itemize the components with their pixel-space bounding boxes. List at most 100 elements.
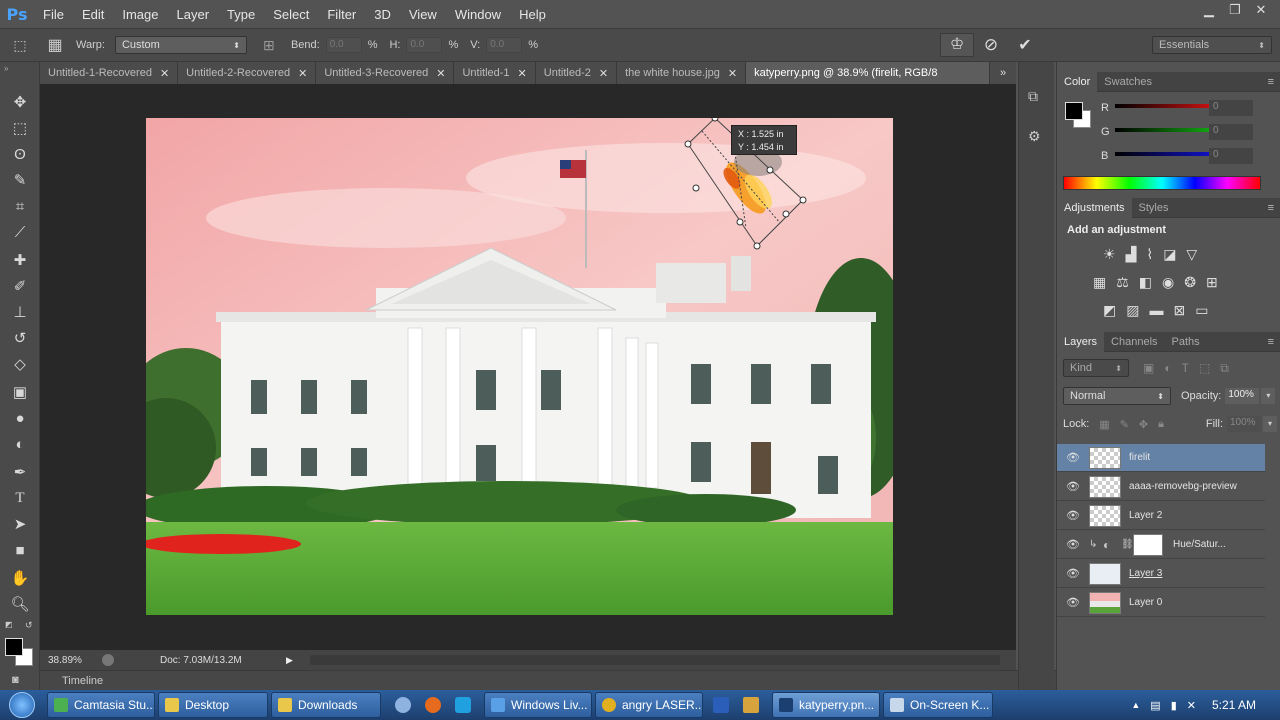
vibrance-icon[interactable]: ▽ — [1186, 246, 1197, 263]
minimize-button[interactable]: ▁ — [1198, 2, 1220, 18]
menu-type[interactable]: Type — [218, 7, 264, 22]
menu-edit[interactable]: Edit — [73, 7, 113, 22]
history-brush-tool-icon[interactable]: ↺ — [10, 328, 30, 348]
lock-pixels-icon[interactable]: ✎ — [1120, 418, 1129, 431]
menu-window[interactable]: Window — [446, 7, 510, 22]
panel-menu-icon[interactable]: ≡ — [1268, 202, 1274, 214]
lasso-tool-icon[interactable]: ʘ — [10, 144, 30, 164]
canvas-image[interactable] — [146, 118, 893, 615]
skype-icon[interactable] — [455, 697, 471, 713]
zoom-level[interactable]: 38.89% — [48, 655, 92, 666]
tab-paths[interactable]: Paths — [1165, 332, 1207, 352]
color-spectrum-bar[interactable] — [1063, 176, 1261, 190]
quick-select-tool-icon[interactable]: ✎ — [10, 170, 30, 190]
eye-icon[interactable]: 👁︎ — [1057, 538, 1089, 551]
taskbar-onscreen-keyboard[interactable]: On-Screen K... — [883, 692, 993, 718]
tab-untitled-3-recovered[interactable]: Untitled-3-Recovered ✕ — [316, 62, 455, 84]
warp-orientation-icon[interactable]: ⊞ — [263, 37, 285, 54]
hand-tool-icon[interactable]: ✋ — [10, 568, 30, 588]
chevron-down-icon[interactable]: ▾ — [1261, 388, 1276, 404]
tab-katyperry[interactable]: katyperry.png @ 38.9% (firelit, RGB/8 — [746, 62, 990, 84]
menu-3d[interactable]: 3D — [365, 7, 400, 22]
layer-row-hue-saturation[interactable]: 👁︎ ↳ ◐ ⛓ Hue/Satur... — [1057, 531, 1265, 559]
taskbar-downloads[interactable]: Downloads — [271, 692, 381, 718]
selective-color-icon[interactable]: ⊠ — [1173, 302, 1185, 319]
gradient-tool-icon[interactable]: ▣ — [10, 382, 30, 402]
word-icon[interactable] — [713, 697, 729, 713]
taskbar-camtasia[interactable]: Camtasia Stu... — [47, 692, 155, 718]
firefox-icon[interactable] — [425, 697, 441, 713]
tab-untitled-2-recovered[interactable]: Untitled-2-Recovered ✕ — [178, 62, 317, 84]
swap-colors-icon[interactable]: ↺ — [25, 620, 33, 631]
filter-type-icon[interactable]: T — [1182, 361, 1189, 376]
bend-input[interactable]: 0.0 — [325, 37, 362, 53]
taskbar-chrome[interactable]: angry LASER... — [595, 692, 703, 718]
levels-icon[interactable]: ▟ — [1126, 246, 1137, 263]
taskbar-desktop[interactable]: Desktop — [158, 692, 268, 718]
layer-kind-select[interactable]: Kind ⬍ — [1063, 359, 1129, 377]
properties-panel-icon[interactable]: ⚙ — [1028, 128, 1041, 145]
channel-r-slider[interactable] — [1115, 104, 1213, 108]
curves-icon[interactable]: ⌇ — [1146, 246, 1153, 263]
workspace-select[interactable]: Essentials ⬍ — [1152, 36, 1272, 54]
commit-transform-icon[interactable]: ✔ — [1008, 35, 1042, 55]
channel-r-value[interactable]: 0 — [1209, 100, 1253, 116]
menu-image[interactable]: Image — [113, 7, 167, 22]
filter-pixel-icon[interactable]: ▣ — [1143, 361, 1154, 376]
h-input[interactable]: 0.0 — [406, 37, 443, 53]
threshold-icon[interactable]: ▬ — [1149, 302, 1163, 319]
status-menu-icon[interactable] — [102, 654, 114, 666]
reset-colors-icon[interactable]: ◩ — [5, 620, 13, 629]
volume-muted-icon[interactable]: ✕ — [1187, 699, 1196, 712]
tab-untitled-1[interactable]: Untitled-1 ✕ — [454, 62, 536, 84]
clone-stamp-tool-icon[interactable]: ⊥ — [10, 302, 30, 322]
blur-tool-icon[interactable]: ● — [10, 408, 30, 428]
pen-tool-icon[interactable]: ✒ — [10, 462, 30, 482]
chain-link-icon[interactable]: ⛓ — [1121, 539, 1134, 550]
close-icon[interactable]: ✕ — [436, 67, 445, 80]
menu-help[interactable]: Help — [510, 7, 555, 22]
eye-icon[interactable]: 👁︎ — [1057, 596, 1089, 609]
fill-input[interactable]: 100% — [1227, 416, 1261, 432]
panel-menu-icon[interactable]: ≡ — [1268, 336, 1274, 348]
layer-row-layer-0[interactable]: 👁︎ Layer 0 — [1057, 589, 1265, 617]
close-icon[interactable]: ✕ — [728, 67, 737, 80]
filter-smart-icon[interactable]: ⧉ — [1220, 361, 1229, 376]
horizontal-scrollbar[interactable] — [310, 655, 1000, 665]
eye-icon[interactable]: 👁︎ — [1057, 451, 1089, 464]
black-white-icon[interactable]: ◧ — [1139, 274, 1152, 291]
photo-filter-icon[interactable]: ◉ — [1162, 274, 1174, 291]
warp-style-select[interactable]: Custom ⬍ — [114, 36, 247, 54]
channel-b-slider[interactable] — [1115, 152, 1213, 156]
warp-grid-icon[interactable]: ▦ — [40, 35, 70, 55]
crop-tool-icon[interactable]: ⌗ — [10, 196, 30, 216]
brightness-contrast-icon[interactable]: ☀ — [1103, 246, 1116, 263]
eyedropper-tool-icon[interactable]: ⟋ — [10, 222, 30, 242]
posterize-icon[interactable]: ▨ — [1126, 302, 1139, 319]
tabs-overflow-icon[interactable]: » — [990, 62, 1016, 84]
foreground-color-swatch[interactable] — [1065, 102, 1083, 120]
color-balance-icon[interactable]: ⚖ — [1116, 274, 1129, 291]
network-icon[interactable]: ▤ — [1150, 699, 1160, 712]
eye-icon[interactable]: 👁︎ — [1057, 567, 1089, 580]
layer-row-firelit[interactable]: 👁︎ firelit — [1057, 444, 1265, 472]
chevron-down-icon[interactable]: ▾ — [1263, 416, 1277, 432]
history-panel-icon[interactable]: ⧉ — [1028, 88, 1038, 105]
menu-layer[interactable]: Layer — [168, 7, 219, 22]
brush-tool-icon[interactable]: ✐ — [10, 276, 30, 296]
taskbar-photoshop[interactable]: katyperry.pn... — [772, 692, 880, 718]
gradient-map-icon[interactable]: ▭ — [1195, 302, 1208, 319]
tab-untitled-1-recovered[interactable]: Untitled-1-Recovered ✕ — [40, 62, 179, 84]
panel-menu-icon[interactable]: ≡ — [1268, 76, 1274, 88]
taskbar-windows-live[interactable]: Windows Liv... — [484, 692, 592, 718]
marquee-tool-icon[interactable]: ⬚ — [10, 118, 30, 138]
type-tool-icon[interactable]: T — [10, 488, 30, 508]
zoom-tool-icon[interactable]: 🔍︎ — [10, 594, 30, 614]
tab-styles[interactable]: Styles — [1132, 198, 1176, 218]
tab-channels[interactable]: Channels — [1104, 332, 1164, 352]
close-icon[interactable]: ✕ — [160, 67, 169, 80]
tray-expand-icon[interactable]: ▲ — [1131, 700, 1140, 710]
channel-b-value[interactable]: 0 — [1209, 148, 1253, 164]
dodge-tool-icon[interactable]: ◐ — [10, 434, 30, 454]
filter-shape-icon[interactable]: ⬚ — [1199, 361, 1210, 376]
